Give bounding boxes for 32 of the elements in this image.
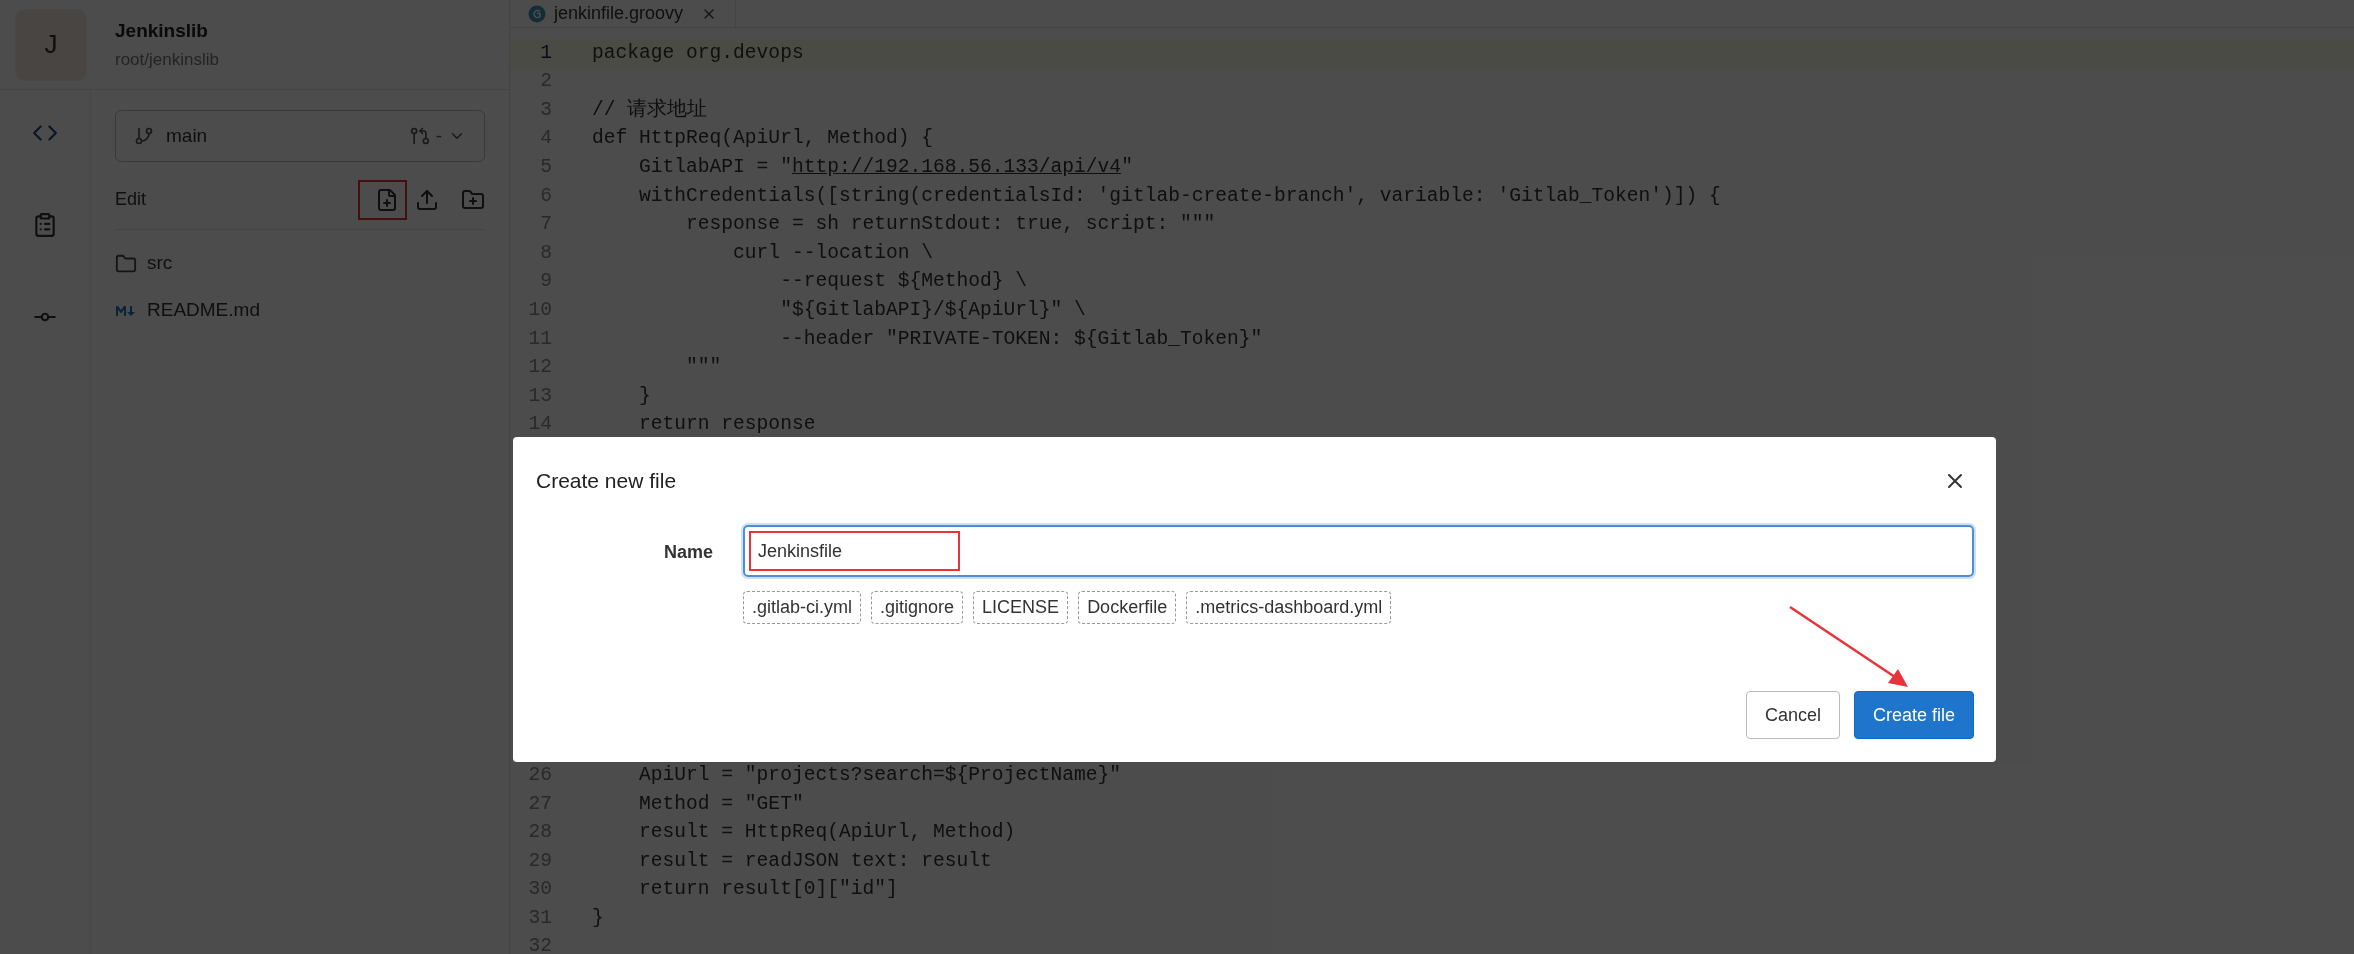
name-field[interactable]: Jenkinsfile (743, 525, 1974, 577)
code-line: } (592, 905, 604, 931)
line-number: 1 (539, 40, 553, 66)
template-chip[interactable]: .gitignore (871, 591, 964, 624)
code-line: ApiUrl = "projects?search=${ProjectName}" (638, 762, 1122, 788)
project-name: Jenkinslib (115, 18, 209, 43)
code-line: --request ${Method} \ (779, 269, 1028, 295)
dialog-title: Create new file (536, 468, 677, 495)
field-label: Name (662, 541, 714, 564)
create-file-button[interactable]: Create file (1853, 691, 1974, 739)
code-line: def HttpReq(ApiUrl, Method) { (592, 126, 933, 152)
code-line: """ (685, 355, 722, 381)
code-line: --header "PRIVATE-TOKEN: ${Gitlab_Token}" (779, 326, 1263, 352)
edit-label: Edit (115, 188, 147, 211)
code-line: } (638, 383, 651, 409)
code-line: withCredentials([string(credentialsId: 'gitlab-create-branch', variable: 'Gitlab_Token')]) { (638, 183, 1721, 209)
code-line: return result[0]["id"] (638, 877, 898, 903)
template-chip[interactable]: .gitlab-ci.yml (743, 591, 862, 624)
template-chip[interactable]: .metrics-dashboard.yml (1186, 591, 1392, 624)
code-line: GitlabAPI = "http://192.168.56.133/api/v4" (638, 155, 1133, 180)
code-line: // 请求地址 (592, 97, 708, 123)
code-line: curl --location \ (732, 240, 933, 266)
code-line: response = sh returnStdout: true, script: """ (685, 212, 1216, 238)
code-line: result = HttpReq(ApiUrl, Method) (638, 820, 1016, 846)
cancel-button[interactable]: Cancel (1745, 691, 1840, 739)
template-chip[interactable]: Dockerfile (1078, 591, 1177, 624)
code-line: "${GitlabAPI}/${ApiUrl}" \ (779, 297, 1086, 323)
code-line: Method = "GET" (638, 791, 804, 817)
template-chip[interactable]: LICENSE (973, 591, 1069, 624)
code-line: return response (638, 412, 816, 438)
code-line: package org.devops (592, 40, 804, 66)
code-line: result = readJSON text: result (638, 848, 992, 874)
